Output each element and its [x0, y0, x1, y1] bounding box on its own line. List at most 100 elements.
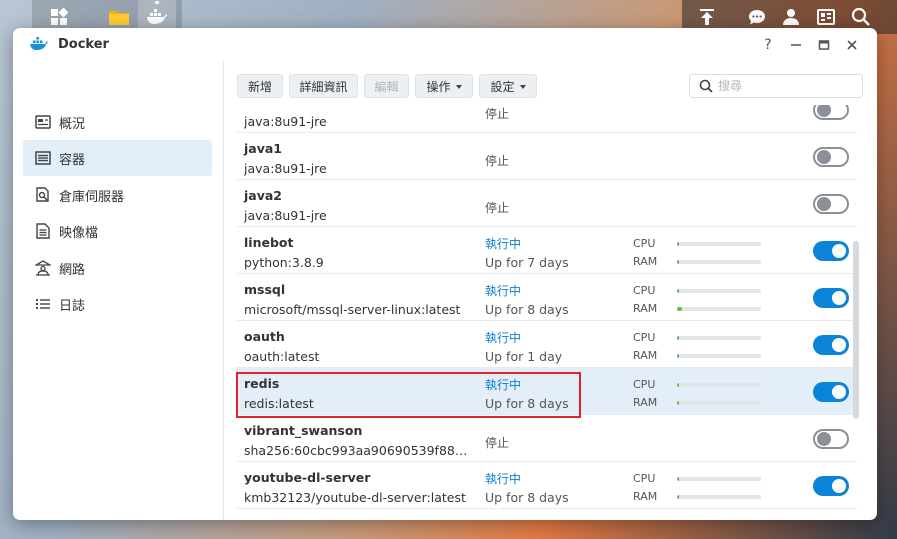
sidebar-item-container[interactable]: 容器	[23, 140, 212, 176]
container-status: 停止	[485, 107, 510, 121]
container-uptime: Up for 8 days	[485, 396, 569, 411]
container-run-toggle[interactable]	[813, 194, 849, 214]
container-status: 執行中	[485, 378, 522, 392]
sidebar-item-label: 映像檔	[59, 225, 99, 241]
container-run-toggle[interactable]	[813, 429, 849, 449]
ram-label: RAM	[633, 490, 658, 503]
new-button[interactable]: 新增	[237, 74, 283, 98]
sidebar-item-label: 網路	[59, 262, 86, 278]
sidebar-item-label: 容器	[59, 152, 86, 168]
ram-usage-bar	[677, 495, 761, 499]
container-status: 停止	[485, 436, 510, 450]
container-image: redis:latest	[244, 396, 314, 411]
list-scrollbar[interactable]	[853, 241, 859, 419]
ram-usage-fill	[677, 307, 682, 311]
cpu-usage-bar	[677, 242, 761, 246]
toggle-knob	[832, 291, 846, 305]
container-row[interactable]: linebot python:3.8.9 執行中 Up for 7 days CPU RA…	[237, 227, 857, 274]
sidebar-item-network[interactable]: 網路	[23, 250, 212, 286]
container-row[interactable]: vibrant_swanson sha256:60cbc993aa90690539…	[237, 415, 857, 462]
cpu-usage-bar	[677, 383, 761, 387]
ram-usage-fill	[677, 354, 679, 358]
cpu-usage-fill	[677, 289, 679, 293]
container-status: 執行中	[485, 284, 522, 298]
sidebar-item-registry[interactable]: 倉庫伺服器	[23, 177, 212, 213]
ram-label: RAM	[633, 396, 658, 409]
container-icon	[35, 150, 51, 166]
sidebar-item-label: 日誌	[59, 298, 86, 314]
container-name: youtube-dl-server	[244, 470, 371, 485]
toggle-knob	[832, 385, 846, 399]
container-list: java:8u91-jre 停止 java1 java:8u91-jre 停止 java2…	[237, 105, 865, 515]
container-run-toggle[interactable]	[813, 147, 849, 167]
container-name: vibrant_swanson	[244, 423, 363, 438]
sidebar-item-overview[interactable]: 概況	[23, 104, 212, 140]
minimize-button[interactable]	[787, 36, 805, 54]
log-list-icon	[35, 296, 51, 312]
search-input[interactable]	[718, 77, 853, 95]
container-image: sha256:60cbc993aa90690539f8839c...	[244, 443, 474, 458]
ram-usage-bar	[677, 354, 761, 358]
container-row[interactable]: java1 java:8u91-jre 停止	[237, 133, 857, 180]
toggle-knob	[817, 197, 831, 211]
sidebar: 概況 容器 倉庫伺服器 映像檔 網路 日誌	[13, 61, 224, 520]
maximize-button[interactable]	[815, 36, 833, 54]
help-button[interactable]: ?	[759, 36, 777, 54]
container-run-toggle[interactable]	[813, 105, 849, 120]
container-image: oauth:latest	[244, 349, 320, 364]
container-run-toggle[interactable]	[813, 335, 849, 355]
window-titlebar[interactable]: Docker ?	[13, 28, 877, 61]
container-row[interactable]: youtube-dl-server kmb32123/youtube-dl-ser…	[237, 462, 857, 509]
container-row[interactable]: mssql microsoft/mssql-server-linux:latest…	[237, 274, 857, 321]
container-run-toggle[interactable]	[813, 476, 849, 496]
toggle-knob	[817, 432, 831, 446]
container-run-toggle[interactable]	[813, 382, 849, 402]
container-image: kmb32123/youtube-dl-server:latest	[244, 490, 466, 505]
ram-usage-fill	[677, 260, 679, 264]
container-image: java:8u91-jre	[244, 208, 327, 223]
ram-usage-bar	[677, 307, 761, 311]
chevron-down-icon	[455, 84, 462, 89]
sidebar-item-label: 倉庫伺服器	[59, 189, 125, 205]
ram-usage-bar	[677, 260, 761, 264]
container-image: java:8u91-jre	[244, 114, 327, 129]
container-name: java1	[244, 141, 283, 156]
cpu-usage-fill	[677, 477, 679, 481]
container-uptime: Up for 1 day	[485, 349, 563, 364]
ram-usage-bar	[677, 401, 761, 405]
container-row[interactable]: oauth oauth:latest 執行中 Up for 1 day CPU RAM	[237, 321, 857, 368]
docker-logo-icon	[29, 37, 49, 54]
action-label: 操作	[426, 79, 451, 94]
search-box[interactable]	[689, 74, 863, 98]
window-title: Docker	[58, 37, 109, 52]
edit-button[interactable]: 編輯	[364, 74, 409, 98]
search-icon	[699, 79, 713, 96]
ram-label: RAM	[633, 255, 658, 268]
container-row[interactable]: java:8u91-jre 停止	[237, 105, 857, 133]
container-name: java2	[244, 188, 283, 203]
container-run-toggle[interactable]	[813, 241, 849, 261]
details-button[interactable]: 詳細資訊	[289, 74, 358, 98]
ram-label: RAM	[633, 302, 658, 315]
settings-dropdown[interactable]: 設定	[479, 74, 537, 98]
toggle-knob	[817, 105, 831, 117]
container-row[interactable]: redis redis:latest 執行中 Up for 8 days CPU RAM	[237, 368, 857, 415]
sidebar-item-log[interactable]: 日誌	[23, 286, 212, 322]
container-run-toggle[interactable]	[813, 288, 849, 308]
container-status: 執行中	[485, 472, 522, 486]
toggle-knob	[832, 338, 846, 352]
chevron-down-icon	[519, 84, 526, 89]
cpu-label: CPU	[633, 237, 656, 250]
action-dropdown[interactable]: 操作	[415, 74, 473, 98]
overview-icon	[35, 114, 51, 130]
sidebar-item-label: 概況	[59, 116, 86, 132]
cpu-label: CPU	[633, 331, 656, 344]
registry-search-icon	[35, 187, 51, 203]
container-name: redis	[244, 376, 280, 391]
close-button[interactable]	[843, 36, 861, 54]
sidebar-item-image[interactable]: 映像檔	[23, 213, 212, 249]
container-row[interactable]: java2 java:8u91-jre 停止	[237, 180, 857, 227]
container-name: mssql	[244, 282, 286, 297]
settings-label: 設定	[490, 79, 515, 94]
container-status: 執行中	[485, 331, 522, 345]
